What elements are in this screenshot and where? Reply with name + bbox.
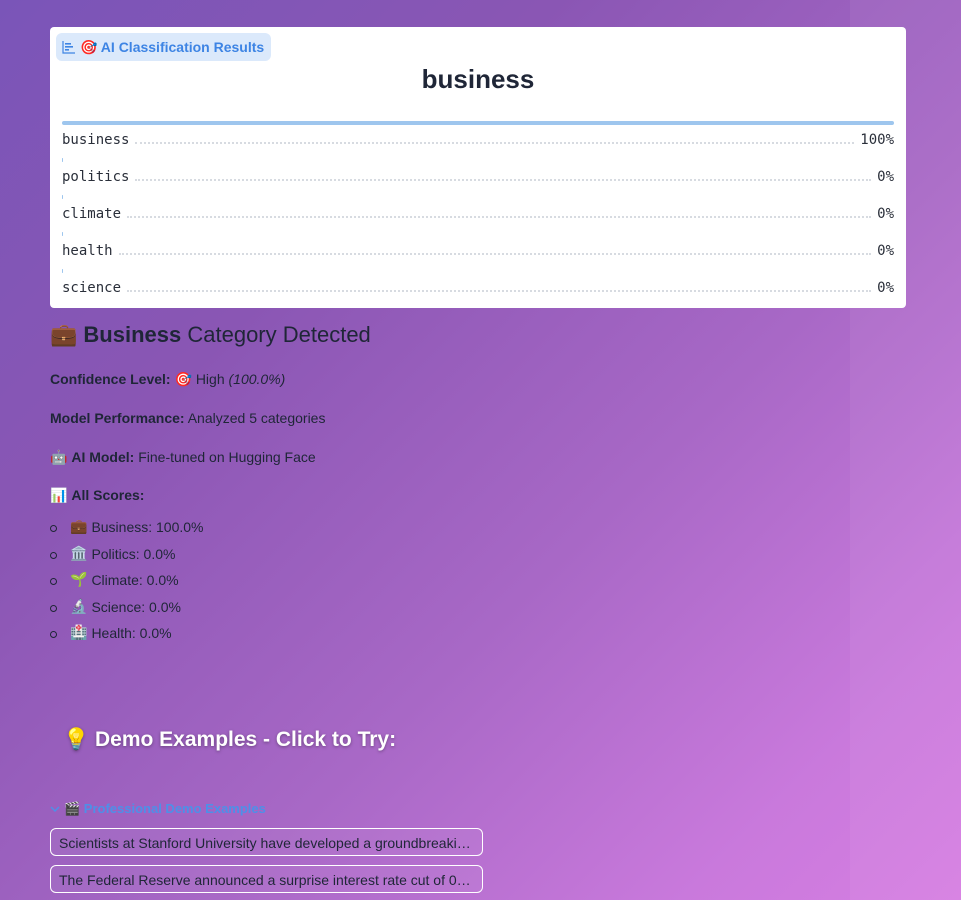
- result-label-tag: 🎯 AI Classification Results: [56, 33, 272, 61]
- score-bar: [62, 195, 63, 199]
- list-item-text: Health: 0.0%: [91, 625, 172, 642]
- score-label: climate: [62, 206, 122, 222]
- all-scores-label: All Scores:: [71, 487, 145, 503]
- list-item-text: Politics: 0.0%: [91, 545, 176, 562]
- performance-label: Model Performance:: [50, 410, 185, 426]
- classical-building-icon: 🏛️: [70, 545, 88, 562]
- score-percent: 0%: [877, 206, 894, 222]
- chart-icon: 📊: [50, 488, 68, 504]
- list-item: 🔬 Science: 0.0%: [50, 594, 204, 621]
- dotted-leader: [135, 142, 855, 144]
- score-label: politics: [62, 169, 130, 185]
- seedling-icon: 🌱: [70, 572, 88, 589]
- result-tag-label: 🎯 AI Classification Results: [80, 38, 265, 55]
- list-item-text: Science: 0.0%: [91, 598, 181, 615]
- score-bar: [62, 121, 894, 125]
- predicted-label: business: [421, 64, 535, 94]
- briefcase-icon: 💼: [50, 322, 78, 348]
- example-button[interactable]: Scientists at Stanford University have d…: [50, 828, 483, 856]
- model-label: AI Model:: [71, 449, 135, 465]
- list-item: 💼 Business: 100.0%: [50, 514, 204, 541]
- model-value: Fine-tuned on Hugging Face: [138, 449, 316, 465]
- score-row: science 0%: [62, 269, 894, 306]
- category-heading-bold: Business: [83, 322, 182, 347]
- score-percent: 0%: [877, 280, 894, 296]
- score-bar: [62, 269, 63, 273]
- category-summary: 💼 Business Category Detected: [50, 322, 810, 348]
- score-label: science: [62, 280, 122, 296]
- performance-line: Model Performance: Analyzed 5 categories: [50, 410, 325, 426]
- bar-chart-icon: [62, 41, 75, 54]
- score-percent: 100%: [860, 132, 894, 148]
- score-percent: 0%: [877, 169, 894, 185]
- demo-examples-accordion[interactable]: 🎬 Professional Demo Examples: [50, 801, 266, 817]
- dotted-leader: [127, 216, 872, 218]
- dotted-leader: [118, 253, 872, 255]
- microscope-icon: 🔬: [70, 598, 88, 615]
- list-item-text: Climate: 0.0%: [91, 572, 179, 589]
- dotted-leader: [127, 290, 872, 292]
- score-row: business 100%: [62, 121, 894, 158]
- list-item-text: Business: 100.0%: [91, 519, 204, 536]
- score-bar: [62, 158, 63, 162]
- target-icon: 🎯: [174, 372, 192, 388]
- list-item: 🌱 Climate: 0.0%: [50, 567, 204, 594]
- score-bar: [62, 232, 63, 236]
- list-item: 🏛️ Politics: 0.0%: [50, 541, 204, 568]
- model-line: 🤖 AI Model: Fine-tuned on Hugging Face: [50, 449, 316, 466]
- example-button[interactable]: The Federal Reserve announced a surprise…: [50, 865, 483, 893]
- list-item: 🏥 Health: 0.0%: [50, 620, 204, 647]
- classification-result-card: 🎯 AI Classification Results business bus…: [50, 27, 906, 308]
- confidence-percent: (100.0%): [228, 371, 286, 387]
- score-list: business 100% politics 0% climate 0% hea…: [62, 121, 894, 306]
- score-row: health 0%: [62, 232, 894, 269]
- confidence-label: Confidence Level:: [50, 371, 171, 387]
- score-label: business: [62, 132, 130, 148]
- category-heading-rest: Category Detected: [187, 322, 371, 347]
- robot-icon: 🤖: [50, 450, 68, 466]
- score-row: climate 0%: [62, 195, 894, 232]
- category-heading: 💼 Business Category Detected: [50, 322, 810, 348]
- dotted-leader: [135, 179, 872, 181]
- confidence-line: Confidence Level: 🎯 High (100.0%): [50, 371, 285, 388]
- score-percent: 0%: [877, 243, 894, 259]
- score-label: health: [62, 243, 113, 259]
- all-scores-heading: 📊 All Scores:: [50, 487, 144, 504]
- hospital-icon: 🏥: [70, 625, 88, 642]
- score-row: politics 0%: [62, 158, 894, 195]
- demo-examples-heading: 💡 Demo Examples - Click to Try:: [63, 728, 397, 751]
- all-scores-list: 💼 Business: 100.0% 🏛️ Politics: 0.0% 🌱 C…: [50, 514, 204, 647]
- chevron-down-icon: [50, 806, 60, 813]
- performance-value: Analyzed 5 categories: [187, 410, 326, 426]
- briefcase-icon: 💼: [70, 519, 88, 536]
- confidence-value: High: [195, 371, 225, 387]
- accordion-label: 🎬 Professional Demo Examples: [64, 801, 266, 816]
